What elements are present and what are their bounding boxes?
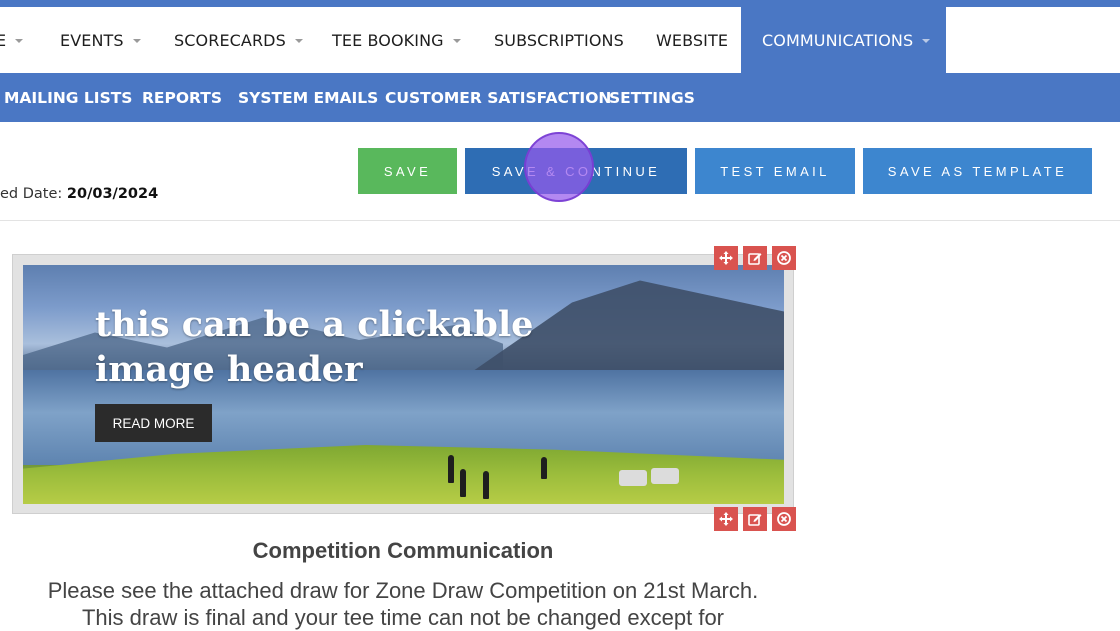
save-as-template-button[interactable]: SAVE AS TEMPLATE	[863, 148, 1092, 194]
nav-item-subscriptions[interactable]: SUBSCRIPTIONS	[494, 7, 624, 73]
headline-line: this can be a clickable	[95, 304, 534, 345]
chevron-down-icon	[15, 39, 24, 43]
top-navigation: E EVENTS SCORECARDS TEE BOOKING SUBSCRIP…	[0, 0, 1120, 73]
save-button[interactable]: SAVE	[358, 148, 457, 194]
edit-icon[interactable]	[743, 507, 767, 531]
email-body[interactable]: Please see the attached draw for Zone Dr…	[0, 577, 806, 631]
sub-navigation: MAILING LISTS REPORTS SYSTEM EMAILS CUST…	[0, 73, 1120, 122]
golfer-figure	[460, 469, 466, 497]
golfer-figure	[541, 457, 547, 479]
nav-item-label: SUBSCRIPTIONS	[494, 30, 624, 50]
nav-item-label: E	[0, 30, 7, 50]
chevron-down-icon	[452, 39, 461, 43]
email-title[interactable]: Competition Communication	[0, 538, 806, 564]
chevron-down-icon	[294, 39, 303, 43]
nav-item-label: EVENTS	[60, 30, 124, 50]
cursor-indicator	[524, 132, 594, 202]
move-icon[interactable]	[714, 507, 738, 531]
test-email-button[interactable]: TEST EMAIL	[695, 148, 855, 194]
subnav-item-mailing-lists[interactable]: MAILING LISTS	[4, 73, 132, 122]
date-value: 20/03/2024	[66, 186, 159, 202]
subnav-item-settings[interactable]: SETTINGS	[609, 73, 695, 122]
created-date: ed Date: 20/03/2024	[0, 186, 158, 202]
nav-item-label: SCORECARDS	[174, 30, 286, 50]
move-icon[interactable]	[714, 246, 738, 270]
subnav-item-system-emails[interactable]: SYSTEM EMAILS	[238, 73, 378, 122]
nav-item-label: COMMUNICATIONS	[762, 30, 914, 50]
delete-icon[interactable]	[772, 507, 796, 531]
nav-item-scorecards[interactable]: SCORECARDS	[174, 7, 303, 73]
nav-item-label: WEBSITE	[656, 30, 729, 50]
golf-cart	[619, 470, 647, 486]
headline-line: image header	[95, 349, 363, 390]
golfer-figure	[448, 455, 454, 483]
edit-icon[interactable]	[743, 246, 767, 270]
golf-cart	[651, 468, 679, 484]
chevron-down-icon	[922, 39, 931, 43]
toolbar-divider	[0, 220, 1120, 221]
nav-item-website[interactable]: WEBSITE	[656, 7, 728, 73]
date-label-text: ed Date:	[0, 186, 67, 202]
image-header-block[interactable]: this can be a clickable image header REA…	[12, 254, 794, 514]
nav-item-events[interactable]: EVENTS	[60, 7, 141, 73]
subnav-item-reports[interactable]: REPORTS	[142, 73, 222, 122]
chevron-down-icon	[132, 39, 141, 43]
nav-item-communications[interactable]: COMMUNICATIONS	[741, 7, 946, 73]
body-line: Please see the attached draw for Zone Dr…	[47, 578, 759, 603]
delete-icon[interactable]	[772, 246, 796, 270]
nav-item-label: TEE BOOKING	[332, 30, 444, 50]
image-headline: this can be a clickable image header	[95, 302, 533, 392]
body-line: This draw is final and your tee time can…	[81, 605, 725, 630]
top-nav-right-area	[946, 7, 1120, 73]
image-header[interactable]: this can be a clickable image header REA…	[23, 265, 784, 504]
read-more-button[interactable]: READ MORE	[95, 404, 212, 442]
subnav-item-customer-satisfaction[interactable]: CUSTOMER SATISFACTION	[385, 73, 611, 122]
golfer-figure	[483, 471, 489, 499]
nav-item-truncated[interactable]: E	[0, 7, 24, 73]
nav-item-tee-booking[interactable]: TEE BOOKING	[332, 7, 461, 73]
